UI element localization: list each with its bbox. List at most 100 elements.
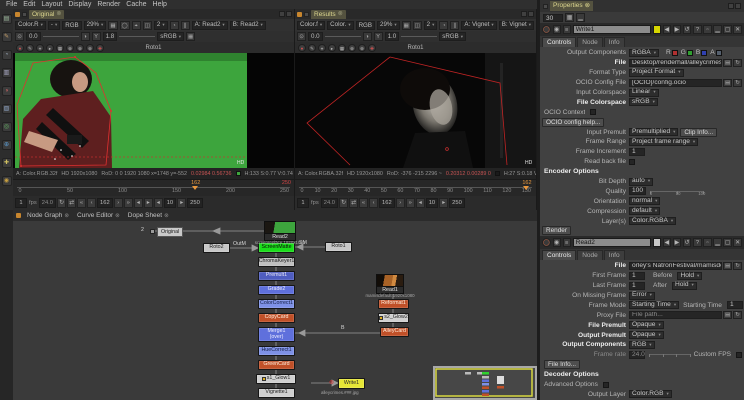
browse-folder-icon[interactable]: ▤	[723, 79, 732, 87]
reload-file-icon[interactable]: ↻	[733, 59, 742, 67]
next-increment-button[interactable]: ▸	[177, 198, 186, 208]
minimize-panel-button[interactable]: ▁	[713, 25, 722, 34]
roi-icon[interactable]: ◫	[413, 21, 422, 30]
checkerboard-icon[interactable]: ▦	[108, 21, 117, 30]
prev-increment-button[interactable]: ◂	[154, 198, 163, 208]
quality-input[interactable]: 100	[629, 187, 646, 195]
roto-grid-icon[interactable]: ▦	[56, 44, 64, 52]
layer-select[interactable]: Color.R	[15, 21, 46, 30]
roto-target3-icon[interactable]: ⊕	[86, 44, 94, 52]
tab-close-icon[interactable]: ⊗	[338, 10, 343, 19]
graph-node[interactable]: s2_Glow2	[378, 313, 409, 323]
pane-layout-icon[interactable]	[22, 12, 27, 17]
layer-select[interactable]: Color.f	[297, 21, 325, 30]
fps-input[interactable]: 24.0	[321, 198, 338, 208]
pane-float-icon[interactable]	[279, 11, 285, 17]
current-frame-input[interactable]: 162	[97, 198, 113, 208]
gamma-icon[interactable]: ◑	[363, 32, 372, 41]
center-node-button[interactable]: ◉	[553, 25, 561, 34]
output-layer-select[interactable]: Color.RGB	[629, 390, 672, 398]
first-frame-button[interactable]: «	[359, 198, 368, 208]
graph-node[interactable]: s1_Glow1	[256, 374, 296, 384]
dot-node[interactable]	[150, 229, 155, 234]
file-colorspace-select[interactable]: sRGB	[629, 98, 658, 106]
frame-rate-slider[interactable]	[649, 350, 691, 359]
pause-icon[interactable]: ∥	[450, 21, 459, 30]
draw-tool-icon[interactable]: ✎	[2, 32, 12, 42]
a-input-select[interactable]: A: Vignet	[461, 21, 496, 30]
prev-frame-button[interactable]: ‹	[369, 198, 378, 208]
minimize-panel-button[interactable]: ▁	[713, 238, 722, 247]
proxy-file-input[interactable]: File path...	[629, 311, 722, 319]
colorspace-select[interactable]: sRGB	[439, 32, 466, 41]
tab-close-icon[interactable]: ⊗	[64, 213, 69, 219]
tab-controls[interactable]: Controls	[542, 250, 576, 260]
nodegraph-canvas[interactable]: 2 Original OutMSMB Roto2Roto1ScreenMatte…	[13, 221, 537, 400]
filter-tool-icon[interactable]: ▧	[2, 104, 12, 114]
frame-mode-select[interactable]: Starting Time	[629, 301, 679, 309]
roi-icon[interactable]: ◫	[143, 21, 152, 30]
out-point-input[interactable]: 250	[187, 198, 203, 208]
graph-node[interactable]: CopyCard	[258, 313, 295, 323]
views-tool-icon[interactable]: ◉	[2, 176, 12, 186]
in-point-input[interactable]: 1	[297, 198, 309, 208]
frame-range-select[interactable]: Project frame range	[629, 138, 698, 146]
roto-grid-icon[interactable]: ▦	[338, 44, 346, 52]
close-panel-button[interactable]: ✕	[733, 238, 742, 247]
next-keyframe-button[interactable]: ▸	[144, 198, 153, 208]
roto-play-icon[interactable]: ▸	[328, 44, 336, 52]
display-channels[interactable]: RGB	[62, 21, 81, 30]
menu-item[interactable]: File	[3, 0, 20, 9]
file-path-input[interactable]: Desktop/renderhall/alleycrimes.###.jpg	[629, 59, 722, 67]
output-components-select[interactable]: RGB	[629, 341, 655, 349]
close-panel-button[interactable]: ✕	[733, 25, 742, 34]
format-type-select[interactable]: Project Format	[629, 69, 684, 77]
tab-close-icon[interactable]: ⊗	[585, 1, 590, 11]
input-colorspace-select[interactable]: Linear	[629, 89, 659, 97]
graph-node[interactable]: Write1	[338, 378, 365, 389]
bit-depth-select[interactable]: auto	[629, 178, 653, 186]
roto-draw-icon[interactable]: ✎	[308, 44, 316, 52]
channel-checkbox[interactable]: R	[663, 49, 678, 56]
display-channels[interactable]: RGB	[356, 21, 375, 30]
checkerboard-icon[interactable]: ▦	[402, 21, 411, 30]
in-point-input[interactable]: 1	[15, 198, 27, 208]
nodegraph-tab[interactable]: Dope Sheet⊗	[126, 212, 171, 219]
channel-checkbox[interactable]: G	[678, 49, 693, 56]
zoom-select[interactable]: 29%	[84, 21, 107, 30]
gamma-icon[interactable]: ◑	[81, 32, 90, 41]
nodegraph-tab[interactable]: Node Graph⊗	[25, 212, 71, 219]
graph-node[interactable]: Vignette1	[258, 388, 295, 398]
ocio-context-expander[interactable]	[590, 109, 596, 115]
refresh-icon[interactable]: ◔	[439, 21, 448, 30]
center-node-button[interactable]: ◉	[553, 238, 561, 247]
merge-tool-icon[interactable]: ⊕	[2, 140, 12, 150]
clear-panels-button[interactable]: ▦	[565, 13, 574, 22]
hide-unmodified-button[interactable]: ▫	[703, 238, 712, 247]
prev-increment-button[interactable]: ◂	[416, 198, 425, 208]
graph-node[interactable]: Roto2	[203, 243, 230, 253]
refresh-icon[interactable]: ◔	[170, 21, 179, 30]
minimize-panels-button[interactable]: ▁	[576, 13, 585, 22]
browse-folder-icon[interactable]: ▤	[723, 262, 732, 270]
gamma-slider[interactable]	[119, 36, 155, 37]
fps-input[interactable]: 24.0	[39, 198, 56, 208]
undo-button[interactable]: ◀	[663, 25, 671, 34]
gain-slider[interactable]	[43, 36, 79, 37]
proxy-icon[interactable]: ⌖	[132, 21, 141, 30]
script-button[interactable]: ≡	[563, 25, 571, 34]
graph-node[interactable]: GreenCard	[258, 360, 295, 370]
script-button[interactable]: ≡	[563, 238, 571, 247]
nodegraph-minimap[interactable]	[433, 366, 537, 400]
graph-node[interactable]: HueCorrect1	[258, 346, 295, 356]
bounce-button[interactable]: ⇄	[67, 198, 76, 208]
float-panel-button[interactable]: ▢	[723, 25, 732, 34]
graph-node[interactable]: Grade2	[258, 285, 295, 295]
menu-item[interactable]: Help	[150, 0, 170, 9]
layers-select[interactable]: Color.RGBA	[629, 217, 676, 225]
time-tool-icon[interactable]: ◔	[2, 50, 12, 60]
viewer-tab[interactable]: Original ⊗	[29, 10, 64, 19]
gamma-input[interactable]: 1.0	[385, 32, 400, 41]
ocio-config-input[interactable]: [OCIO]/config.ocio	[629, 79, 722, 87]
help-button[interactable]: ?	[693, 238, 702, 247]
